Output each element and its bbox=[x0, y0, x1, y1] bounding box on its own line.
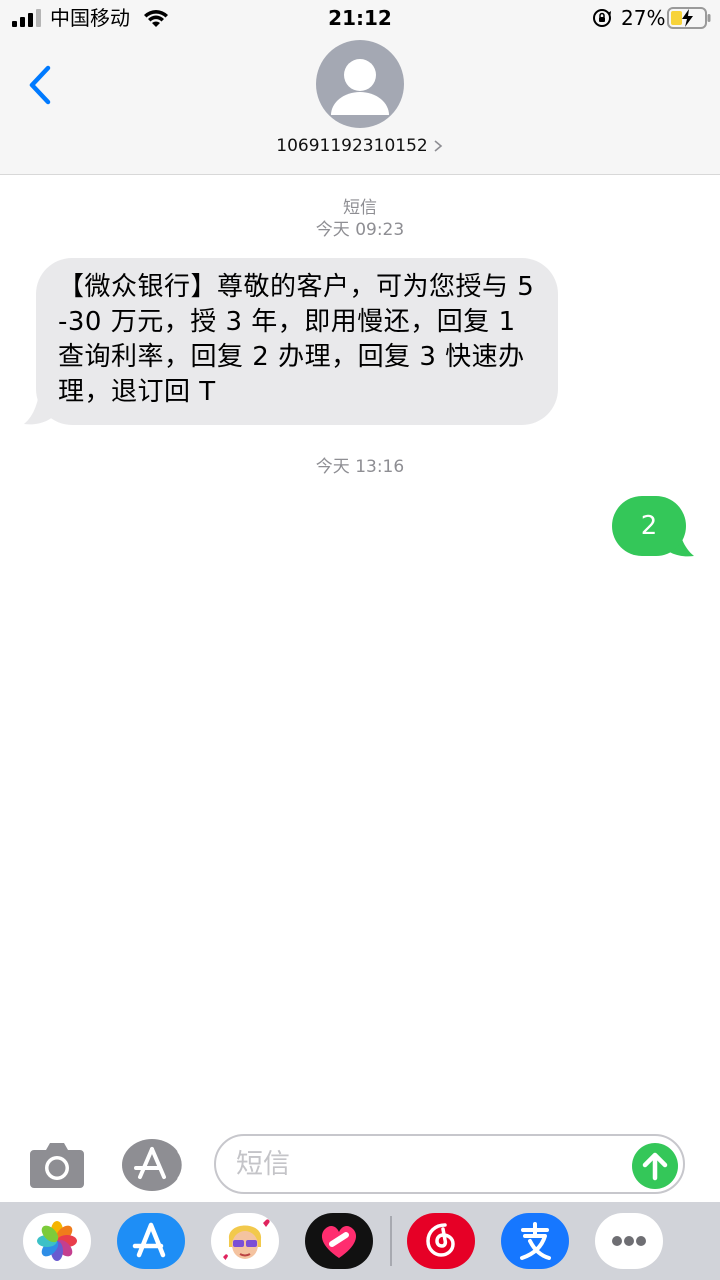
app-store-button[interactable] bbox=[120, 1137, 184, 1193]
contact-details-link[interactable]: 10691192310152 bbox=[0, 134, 720, 158]
photos-icon bbox=[37, 1221, 77, 1261]
camera-icon bbox=[30, 1143, 84, 1188]
app-store-icon bbox=[132, 1222, 166, 1258]
battery-charging-icon bbox=[667, 7, 711, 29]
back-button[interactable] bbox=[22, 60, 62, 110]
battery-percent: 27% bbox=[621, 6, 666, 30]
more-icon bbox=[612, 1236, 646, 1246]
alipay-app[interactable] bbox=[501, 1213, 569, 1269]
app-drawer bbox=[0, 1202, 720, 1280]
clock: 21:12 bbox=[328, 6, 392, 30]
memoji-app[interactable] bbox=[211, 1213, 279, 1269]
message-service-label: 短信 bbox=[343, 198, 377, 218]
incoming-message-bubble[interactable]: 【微众银行】尊敬的客户，可为您授与 5-30 万元，授 3 年，即用慢还，回复 … bbox=[36, 258, 558, 425]
send-button[interactable] bbox=[632, 1143, 678, 1189]
outgoing-message-bubble[interactable]: 2 bbox=[612, 496, 686, 556]
netease-music-app[interactable] bbox=[407, 1213, 475, 1269]
camera-button[interactable] bbox=[28, 1140, 86, 1190]
digital-touch-icon bbox=[321, 1225, 357, 1258]
app-store-app[interactable] bbox=[117, 1213, 185, 1269]
contact-avatar[interactable] bbox=[316, 40, 404, 128]
status-bar: 中国移动 21:12 27% bbox=[0, 0, 720, 40]
memoji-icon bbox=[223, 1219, 270, 1260]
message-input-container[interactable] bbox=[214, 1134, 685, 1194]
more-apps-button[interactable] bbox=[595, 1213, 663, 1269]
digital-touch-app[interactable] bbox=[305, 1213, 373, 1269]
message-timestamp: 今天 09:23 bbox=[315, 220, 405, 240]
message-timestamp: 今天 13:16 bbox=[315, 457, 405, 477]
conversation-header: 中国移动 21:12 27% 10691192310152 bbox=[0, 0, 720, 175]
chevron-left-icon bbox=[29, 65, 51, 105]
person-icon bbox=[331, 59, 389, 115]
chevron-right-icon bbox=[434, 140, 442, 152]
alipay-icon bbox=[520, 1222, 551, 1260]
incoming-message-text: 【微众银行】尊敬的客户，可为您授与 5-30 万元，授 3 年，即用慢还，回复 … bbox=[58, 272, 535, 407]
drawer-divider bbox=[390, 1216, 392, 1266]
arrow-up-icon bbox=[642, 1152, 668, 1181]
netease-music-icon bbox=[426, 1223, 455, 1257]
photos-app[interactable] bbox=[23, 1213, 91, 1269]
message-input[interactable] bbox=[236, 1144, 616, 1184]
orientation-lock-icon bbox=[593, 9, 611, 27]
contact-number: 10691192310152 bbox=[276, 136, 428, 156]
app-store-icon bbox=[122, 1139, 184, 1191]
